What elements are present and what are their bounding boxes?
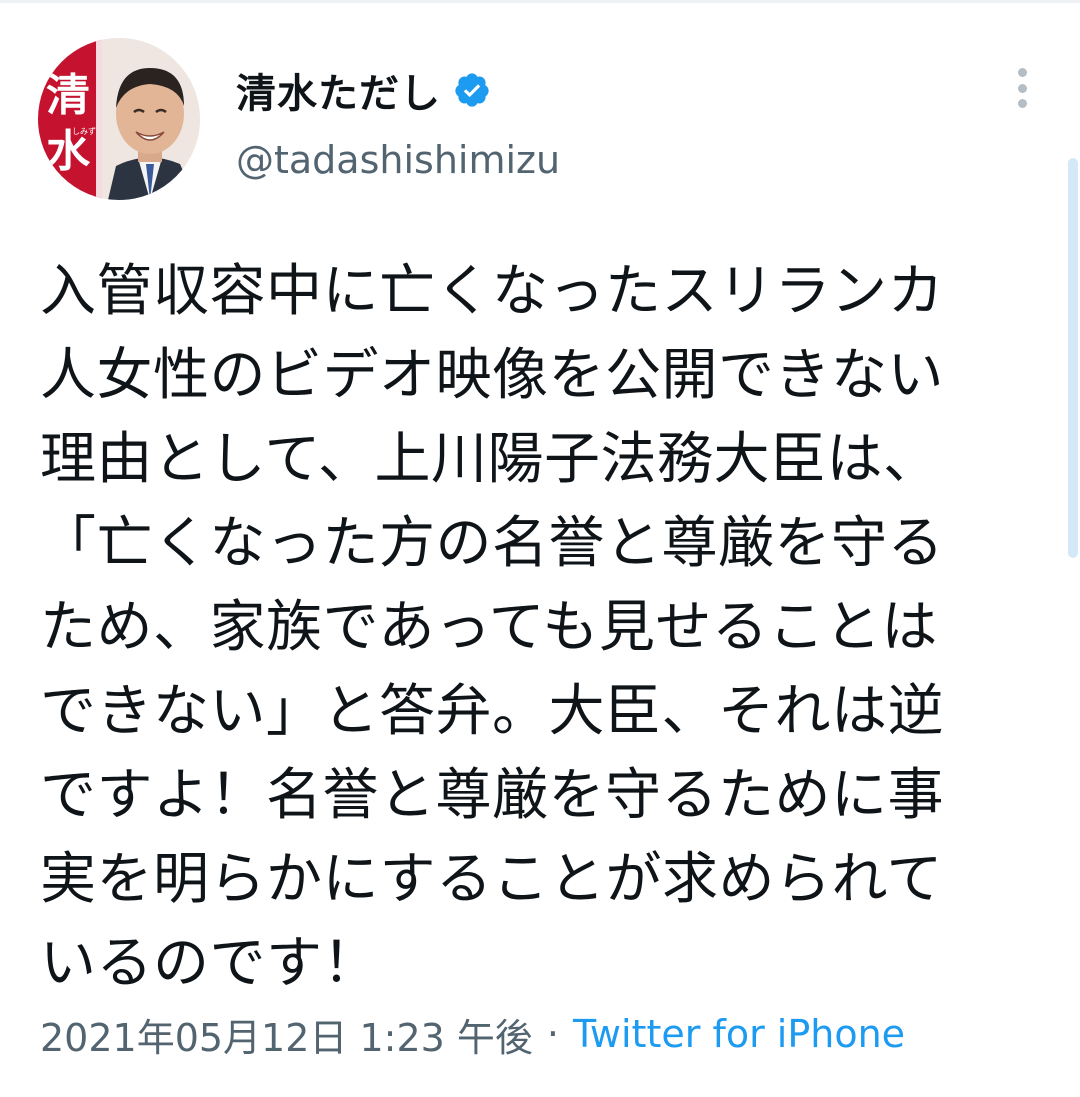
tweet-text-line: いるのです！ xyxy=(40,931,379,996)
tweet-text-line: ですよ！名誉と尊厳を守るために事 xyxy=(40,763,944,828)
tweet-text-line: 理由として、上川陽子法務大臣は、 xyxy=(40,427,940,492)
tweet-header: 清 水 しみず 清水ただし @tadashishimizu xyxy=(38,38,1048,206)
tweet-timestamp[interactable]: 2021年05月12日 1:23 午後 xyxy=(40,1007,533,1062)
meta-separator: · xyxy=(546,1012,559,1056)
scrollbar-thumb[interactable] xyxy=(1068,158,1078,558)
tweet-text: 入管収容中に亡くなったスリランカ 人女性のビデオ映像を公開できない 理由として、… xyxy=(40,250,1050,1006)
tweet-text-line: 入管収容中に亡くなったスリランカ xyxy=(40,259,944,324)
tweet-source-link[interactable]: Twitter for iPhone xyxy=(573,1012,905,1056)
more-vertical-icon xyxy=(1017,68,1027,77)
avatar-image: 清 水 しみず xyxy=(38,38,200,200)
tweet-metadata: 2021年05月12日 1:23 午後 · Twitter for iPhone xyxy=(40,1006,905,1062)
more-vertical-icon-dot xyxy=(1017,83,1027,93)
top-divider xyxy=(0,0,1080,3)
more-options-button[interactable] xyxy=(1002,64,1042,112)
more-vertical-icon-dot xyxy=(1017,99,1027,108)
tweet-text-line: 実を明らかにすることが求められて xyxy=(40,847,943,912)
author-name-row[interactable]: 清水ただし xyxy=(236,60,491,120)
tweet-text-line: できない」と答弁。大臣、それは逆 xyxy=(40,679,944,744)
avatar-banner-label: 清 xyxy=(46,70,90,121)
display-name[interactable]: 清水ただし xyxy=(236,61,441,119)
tweet-text-line: ため、家族であっても見せることは xyxy=(40,595,938,660)
author-handle[interactable]: @tadashishimizu xyxy=(236,138,560,182)
avatar[interactable]: 清 水 しみず xyxy=(38,38,200,200)
tweet-text-line: 人女性のビデオ映像を公開できない xyxy=(40,343,944,408)
tweet-text-line: 「亡くなった方の名誉と尊厳を守る xyxy=(40,511,944,576)
avatar-banner-sublabel: しみず xyxy=(72,126,96,136)
verified-badge-icon xyxy=(453,71,491,109)
